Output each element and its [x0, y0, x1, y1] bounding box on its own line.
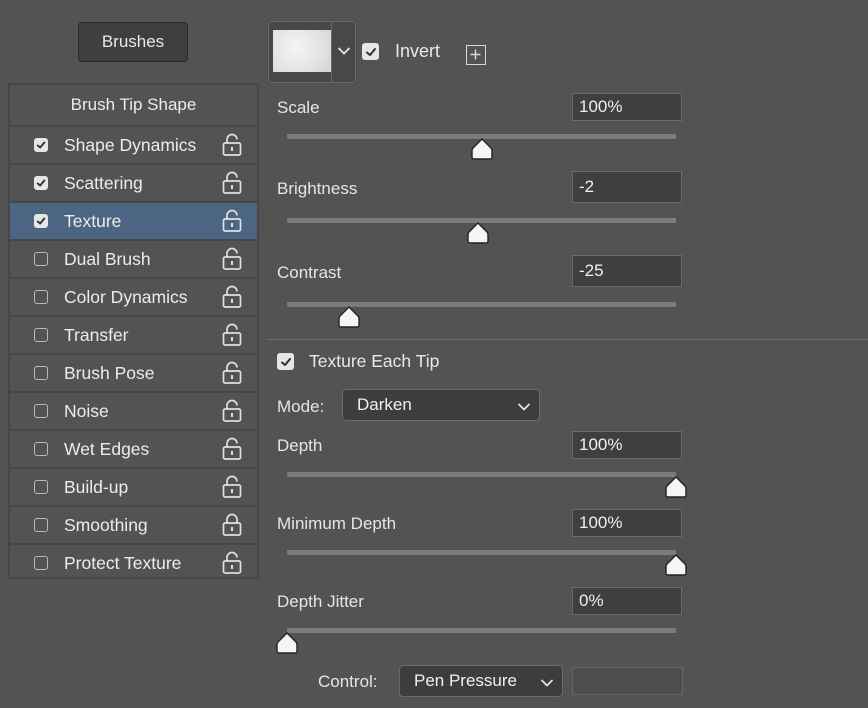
minimum-depth-slider-track[interactable]: [287, 550, 676, 555]
scale-label: Scale: [277, 98, 320, 117]
unlocked-icon[interactable]: [222, 361, 242, 385]
list-item-label: Scattering: [64, 172, 143, 193]
depth-jitter-slider-track[interactable]: [287, 628, 676, 633]
picker-divider: [331, 22, 332, 82]
control-value: Pen Pressure: [414, 671, 517, 690]
chevron-down-icon[interactable]: [337, 44, 351, 58]
checkbox[interactable]: [34, 176, 48, 190]
texture-picker[interactable]: [268, 21, 356, 83]
unlocked-icon[interactable]: [222, 171, 242, 195]
checkmark-icon: [36, 217, 46, 225]
depth-label: Depth: [277, 436, 323, 455]
brush-tip-shape-item[interactable]: Brush Tip Shape: [10, 85, 257, 127]
mode-value: Darken: [357, 395, 412, 414]
list-item-brush-pose[interactable]: Brush Pose: [10, 355, 257, 393]
checkmark-icon: [36, 179, 46, 187]
depth-jitter-label: Depth Jitter: [277, 592, 364, 611]
depth-slider-thumb-icon[interactable]: [664, 475, 688, 499]
list-item-label: Brush Pose: [64, 362, 155, 383]
checkbox[interactable]: [34, 404, 48, 418]
checkbox[interactable]: [34, 480, 48, 494]
unlocked-icon[interactable]: [222, 399, 242, 423]
texture-swatch[interactable]: [273, 30, 331, 72]
list-item-label: Build-up: [64, 476, 129, 497]
checkbox[interactable]: [34, 366, 48, 380]
depth-jitter-input[interactable]: 0%: [572, 587, 682, 615]
list-item-label: Noise: [64, 400, 109, 421]
plus-icon[interactable]: [466, 45, 486, 65]
contrast-label: Contrast: [277, 263, 342, 282]
minimum-depth-slider-thumb-icon[interactable]: [664, 553, 688, 577]
unlocked-icon[interactable]: [222, 551, 242, 575]
checkbox[interactable]: [34, 290, 48, 304]
minimum-depth-input[interactable]: 100%: [572, 509, 682, 537]
texture-each-tip-checkbox[interactable]: [277, 353, 294, 370]
invert-checkbox[interactable]: [362, 43, 379, 60]
unlocked-icon[interactable]: [222, 475, 242, 499]
list-item-label: Color Dynamics: [64, 286, 188, 307]
brightness-slider-thumb-icon[interactable]: [466, 221, 490, 245]
list-item-scattering[interactable]: Scattering: [10, 165, 257, 203]
brushes-button[interactable]: Brushes: [78, 22, 188, 62]
invert-label: Invert: [395, 41, 441, 61]
chevron-down-icon: [518, 403, 530, 411]
chevron-down-icon: [541, 679, 553, 687]
list-item-build-up[interactable]: Build-up: [10, 469, 257, 507]
list-item-label: Dual Brush: [64, 248, 151, 269]
contrast-input[interactable]: -25: [572, 255, 682, 287]
list-item-dual-brush[interactable]: Dual Brush: [10, 241, 257, 279]
list-item-label: Transfer: [64, 324, 129, 345]
list-item-label: Protect Texture: [64, 552, 182, 573]
scale-input[interactable]: 100%: [572, 93, 682, 121]
unlocked-icon[interactable]: [222, 247, 242, 271]
brightness-label: Brightness: [277, 179, 358, 198]
unlocked-icon[interactable]: [222, 285, 242, 309]
unlocked-icon[interactable]: [222, 133, 242, 157]
texture-each-tip-label: Texture Each Tip: [309, 351, 440, 371]
list-item-noise[interactable]: Noise: [10, 393, 257, 431]
depth-slider-track[interactable]: [287, 472, 676, 477]
depth-jitter-slider-thumb-icon[interactable]: [275, 631, 299, 655]
unlocked-icon[interactable]: [222, 323, 242, 347]
list-item-label: Texture: [64, 210, 122, 231]
scale-slider-thumb-icon[interactable]: [470, 137, 494, 161]
checkbox[interactable]: [34, 556, 48, 570]
list-item-label: Wet Edges: [64, 438, 150, 459]
depth-input[interactable]: 100%: [572, 431, 682, 459]
mode-select[interactable]: Darken: [342, 389, 540, 421]
unlocked-icon[interactable]: [222, 437, 242, 461]
brightness-input[interactable]: -2: [572, 171, 682, 203]
checkbox[interactable]: [34, 442, 48, 456]
mode-label: Mode:: [277, 397, 325, 416]
locked-icon[interactable]: [222, 513, 242, 537]
brush-settings-list: Brush Tip Shape Shape Dynamics Scattering…: [8, 83, 259, 579]
unlocked-icon[interactable]: [222, 209, 242, 233]
minimum-depth-label: Minimum Depth: [277, 514, 397, 533]
section-divider: [268, 339, 868, 340]
control-select[interactable]: Pen Pressure: [399, 665, 563, 697]
control-label: Control:: [318, 672, 378, 691]
list-item-shape-dynamics[interactable]: Shape Dynamics: [10, 127, 257, 165]
list-item-color-dynamics[interactable]: Color Dynamics: [10, 279, 257, 317]
list-item-protect-texture[interactable]: Protect Texture: [10, 545, 257, 581]
checkmark-icon: [36, 141, 46, 149]
list-item-label: Smoothing: [64, 514, 148, 535]
checkbox[interactable]: [34, 518, 48, 532]
checkmark-icon: [365, 47, 376, 56]
control-value-field: [572, 667, 683, 695]
checkbox[interactable]: [34, 252, 48, 266]
checkmark-icon: [280, 357, 291, 366]
checkbox[interactable]: [34, 138, 48, 152]
list-item-texture[interactable]: Texture: [10, 203, 257, 241]
list-item-wet-edges[interactable]: Wet Edges: [10, 431, 257, 469]
list-item-smoothing[interactable]: Smoothing: [10, 507, 257, 545]
list-item-label: Shape Dynamics: [64, 134, 197, 155]
contrast-slider-thumb-icon[interactable]: [337, 305, 361, 329]
list-item-transfer[interactable]: Transfer: [10, 317, 257, 355]
checkbox[interactable]: [34, 328, 48, 342]
checkbox[interactable]: [34, 214, 48, 228]
